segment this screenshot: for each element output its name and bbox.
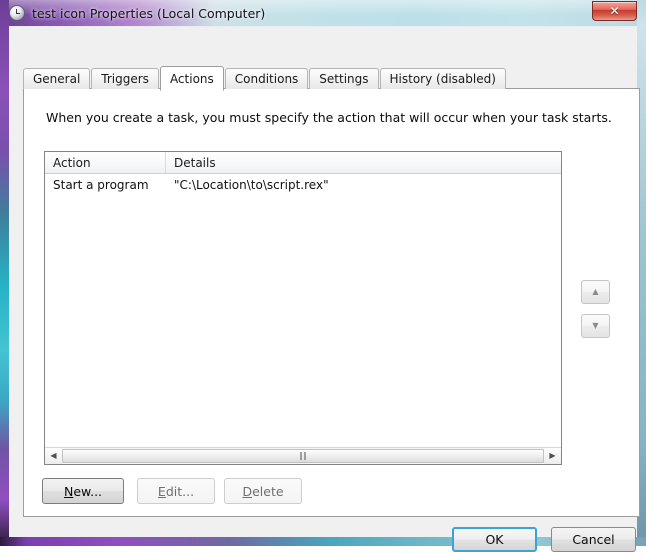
- close-icon: ✕: [609, 4, 620, 18]
- ok-button-label: OK: [485, 532, 504, 547]
- tab-label: History (disabled): [389, 72, 496, 86]
- cell-action: Start a program: [53, 177, 149, 192]
- column-header-details[interactable]: Details: [166, 152, 561, 173]
- tab-label: Conditions: [234, 72, 299, 86]
- move-up-button[interactable]: ▲: [581, 280, 610, 304]
- scrollbar-thumb[interactable]: ‖‖: [62, 449, 544, 463]
- horizontal-scrollbar[interactable]: ◀ ‖‖ ▶: [45, 447, 561, 464]
- actions-list[interactable]: Action Details Start a program "C:\Locat…: [44, 151, 562, 465]
- delete-button[interactable]: Delete: [224, 478, 302, 504]
- arrow-right-glyph: ▶: [549, 451, 556, 460]
- tab-strip: General Triggers Actions Conditions Sett…: [23, 66, 507, 91]
- arrow-left-glyph: ◀: [50, 451, 57, 460]
- cell-details: "C:\Location\to\script.rex": [174, 177, 329, 192]
- edit-button[interactable]: Edit...: [137, 478, 215, 504]
- tab-general[interactable]: General: [23, 68, 91, 89]
- tab-label: Triggers: [101, 72, 149, 86]
- cancel-button-label: Cancel: [572, 532, 615, 547]
- edit-button-label: dit...: [165, 483, 195, 499]
- tab-conditions[interactable]: Conditions: [224, 68, 309, 89]
- scrollbar-track[interactable]: ‖‖: [62, 448, 544, 464]
- move-down-button[interactable]: ▼: [581, 314, 610, 338]
- tab-page-actions: When you create a task, you must specify…: [23, 88, 640, 517]
- titlebar[interactable]: test icon Properties (Local Computer) ✕: [0, 0, 646, 26]
- scroll-left-arrow-icon[interactable]: ◀: [45, 448, 62, 464]
- arrow-up-icon: ▲: [592, 287, 599, 296]
- tab-label: Actions: [169, 71, 214, 86]
- new-button[interactable]: New...: [42, 478, 124, 504]
- scrollbar-grip-icon: ‖‖: [299, 451, 307, 460]
- tab-label: General: [33, 72, 81, 86]
- list-header-row: Action Details: [45, 152, 561, 174]
- arrow-down-icon: ▼: [592, 321, 599, 330]
- delete-button-label: elete: [252, 483, 284, 499]
- tab-history[interactable]: History (disabled): [379, 68, 506, 89]
- window-border-bottom: [0, 537, 646, 546]
- tab-settings[interactable]: Settings: [309, 68, 379, 89]
- edit-button-mnemonic: E: [157, 483, 166, 499]
- delete-button-mnemonic: D: [242, 483, 253, 499]
- tab-actions[interactable]: Actions: [159, 66, 224, 91]
- tab-label: Settings: [319, 72, 369, 86]
- ok-button[interactable]: OK: [452, 527, 537, 552]
- column-header-action[interactable]: Action: [45, 152, 166, 173]
- window-border-left: [0, 0, 9, 546]
- new-button-label: ew...: [73, 483, 103, 499]
- scroll-right-arrow-icon[interactable]: ▶: [544, 448, 561, 464]
- cancel-button[interactable]: Cancel: [551, 527, 636, 552]
- window-frame: test icon Properties (Local Computer) ✕ …: [0, 0, 646, 552]
- close-button[interactable]: ✕: [592, 1, 637, 21]
- new-button-mnemonic: N: [63, 483, 74, 499]
- tab-triggers[interactable]: Triggers: [91, 68, 159, 89]
- clock-icon: [9, 5, 25, 21]
- table-row[interactable]: Start a program "C:\Location\to\script.r…: [45, 174, 561, 195]
- window-title: test icon Properties (Local Computer): [32, 5, 266, 21]
- instruction-text: When you create a task, you must specify…: [46, 110, 612, 125]
- properties-dialog: General Triggers Actions Conditions Sett…: [9, 26, 640, 552]
